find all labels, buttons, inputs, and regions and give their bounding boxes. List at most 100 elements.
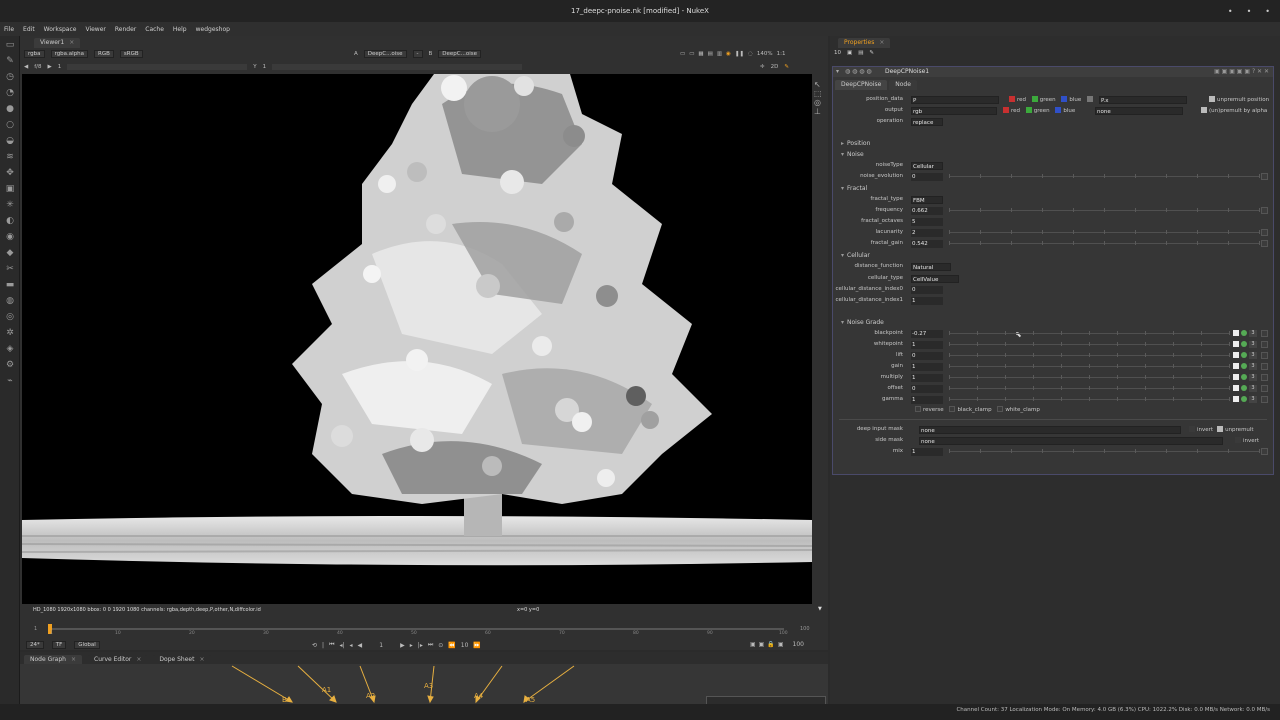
lut-dropdown[interactable]: sRGB: [119, 49, 143, 58]
grade-slider[interactable]: [949, 331, 1230, 335]
max-panels-field[interactable]: 10: [834, 50, 841, 56]
maximize-icon[interactable]: •: [1247, 7, 1252, 16]
reverse-check[interactable]: [915, 406, 921, 412]
grid-icon[interactable]: ▦: [698, 51, 703, 57]
pencil-icon[interactable]: ✎: [869, 50, 874, 56]
cache-icon[interactable]: ◉: [726, 51, 731, 57]
fps-dropdown[interactable]: 24*: [26, 641, 44, 649]
menu-file[interactable]: File: [4, 26, 14, 33]
wipe-icon[interactable]: ▭: [689, 51, 694, 57]
color-wheel-icon[interactable]: [1241, 396, 1247, 402]
view-mode-dropdown[interactable]: 2D: [771, 64, 779, 70]
particles-icon[interactable]: ✳: [5, 200, 15, 210]
green-check-icon[interactable]: [1031, 96, 1038, 102]
grade-slider[interactable]: [949, 364, 1230, 368]
3d-icon[interactable]: ▣: [5, 184, 15, 194]
next-frame-icon[interactable]: ▸: [410, 642, 413, 649]
tab-dope-sheet[interactable]: Dope Sheet ×: [153, 654, 211, 665]
script-icon[interactable]: ⌁: [5, 376, 15, 386]
keyer-icon[interactable]: ◒: [5, 136, 15, 146]
draw-icon[interactable]: ✎: [5, 56, 15, 66]
animation-icon[interactable]: [1261, 374, 1268, 381]
animation-icon[interactable]: [1261, 363, 1268, 370]
mask-check-icon[interactable]: [1087, 96, 1094, 102]
paint-icon[interactable]: ✎: [784, 64, 789, 70]
deep-icon[interactable]: ◐: [5, 216, 15, 226]
y-field[interactable]: 1: [263, 64, 267, 70]
target-icon[interactable]: ◎: [814, 98, 826, 107]
input-b-dropdown[interactable]: DeepC...oise: [438, 49, 482, 58]
color-wheel-icon[interactable]: [1241, 374, 1247, 380]
operation-dropdown[interactable]: replace: [911, 118, 943, 126]
prev-frame-icon[interactable]: ◂: [350, 642, 353, 649]
color-swatch-icon[interactable]: [1233, 352, 1239, 358]
tab-viewer1[interactable]: Viewer1 ×: [34, 37, 81, 48]
grade-slider[interactable]: [949, 375, 1230, 379]
animation-icon[interactable]: [1261, 396, 1268, 403]
transform-handle-icon[interactable]: ⊥: [814, 107, 826, 116]
color-wheel-icon[interactable]: [1241, 330, 1247, 336]
menu-render[interactable]: Render: [115, 26, 136, 33]
close-icon[interactable]: ×: [71, 655, 76, 665]
channel-icon[interactable]: ◔: [5, 88, 15, 98]
color-swatch-icon[interactable]: [1233, 374, 1239, 380]
color-swatch-icon[interactable]: [1233, 341, 1239, 347]
input-a-dropdown[interactable]: DeepC...oise: [363, 49, 407, 58]
fractal-gain-slider[interactable]: [949, 241, 1260, 245]
section-position[interactable]: ▸ Position: [841, 140, 870, 147]
color-wheel-icon[interactable]: [1241, 341, 1247, 347]
channel-count-icon[interactable]: 3: [1249, 341, 1257, 348]
menu-help[interactable]: Help: [173, 26, 187, 33]
scope-dropdown[interactable]: Global: [74, 641, 100, 649]
close-icon[interactable]: ×: [879, 38, 884, 48]
zoom-value[interactable]: 140%: [757, 51, 773, 57]
lacunarity-field[interactable]: 2: [911, 229, 943, 237]
tab-node[interactable]: Node: [889, 80, 917, 90]
invert-check[interactable]: [1235, 437, 1241, 443]
lock-panel-icon[interactable]: ▣: [847, 50, 852, 56]
lacunarity-slider[interactable]: [949, 230, 1260, 234]
filter-icon[interactable]: ○: [5, 120, 15, 130]
animation-icon[interactable]: [1261, 207, 1268, 214]
cache-render-icon[interactable]: ▣: [759, 641, 765, 648]
channel-count-icon[interactable]: 3: [1249, 352, 1257, 359]
blue-check-icon[interactable]: [1055, 107, 1062, 113]
invert-check[interactable]: [1189, 426, 1195, 432]
animation-icon[interactable]: [1261, 240, 1268, 247]
color-swatch-icon[interactable]: [1233, 330, 1239, 336]
channel-count-icon[interactable]: 3: [1249, 363, 1257, 370]
overlay-icon[interactable]: ▥: [717, 51, 722, 57]
frame-field[interactable]: 1: [58, 64, 62, 70]
float-icon[interactable]: ▤: [858, 50, 863, 56]
in-point-icon[interactable]: |: [322, 642, 324, 649]
tf-dropdown[interactable]: TF: [51, 641, 67, 649]
unpremult-alpha-check[interactable]: [1201, 107, 1207, 113]
grade-field[interactable]: 0: [911, 352, 943, 360]
red-check-icon[interactable]: [1003, 107, 1009, 113]
menu-edit[interactable]: Edit: [23, 26, 35, 33]
viewer-menu-icon[interactable]: ▼: [818, 606, 822, 612]
menu-viewer[interactable]: Viewer: [85, 26, 105, 33]
cdi1-field[interactable]: 1: [911, 297, 943, 305]
clip-icon[interactable]: ▤: [708, 51, 713, 57]
play-fwd-icon[interactable]: ▶: [48, 64, 52, 70]
skip-back-icon[interactable]: ⏪: [448, 642, 455, 649]
menu-workspace[interactable]: Workspace: [44, 26, 77, 33]
color-wheel-icon[interactable]: [1241, 352, 1247, 358]
ocula-icon[interactable]: ◎: [5, 312, 15, 322]
alpha-dropdown[interactable]: rgba.alpha: [50, 49, 89, 58]
gain-slider[interactable]: [67, 63, 248, 70]
ratio-value[interactable]: 1:1: [777, 51, 786, 57]
select-icon[interactable]: ⬚: [814, 89, 826, 98]
animation-icon[interactable]: [1261, 330, 1268, 337]
node-header-buttons[interactable]: ▣ ▣ ▣ ▣ ▣ ? ✕ ✕: [1214, 68, 1269, 75]
minimize-icon[interactable]: •: [1228, 7, 1233, 16]
timeline-track[interactable]: [48, 628, 784, 630]
play-back-button-icon[interactable]: ◀: [358, 642, 363, 649]
pause-icon[interactable]: ❚❚: [735, 51, 744, 57]
crosshair-icon[interactable]: ✛: [760, 64, 765, 70]
current-frame-field[interactable]: 1: [367, 642, 395, 649]
last-frame-icon[interactable]: ⏭: [428, 641, 433, 649]
loop-icon[interactable]: ⟲: [312, 642, 317, 649]
pointer-icon[interactable]: ↖: [814, 80, 826, 89]
